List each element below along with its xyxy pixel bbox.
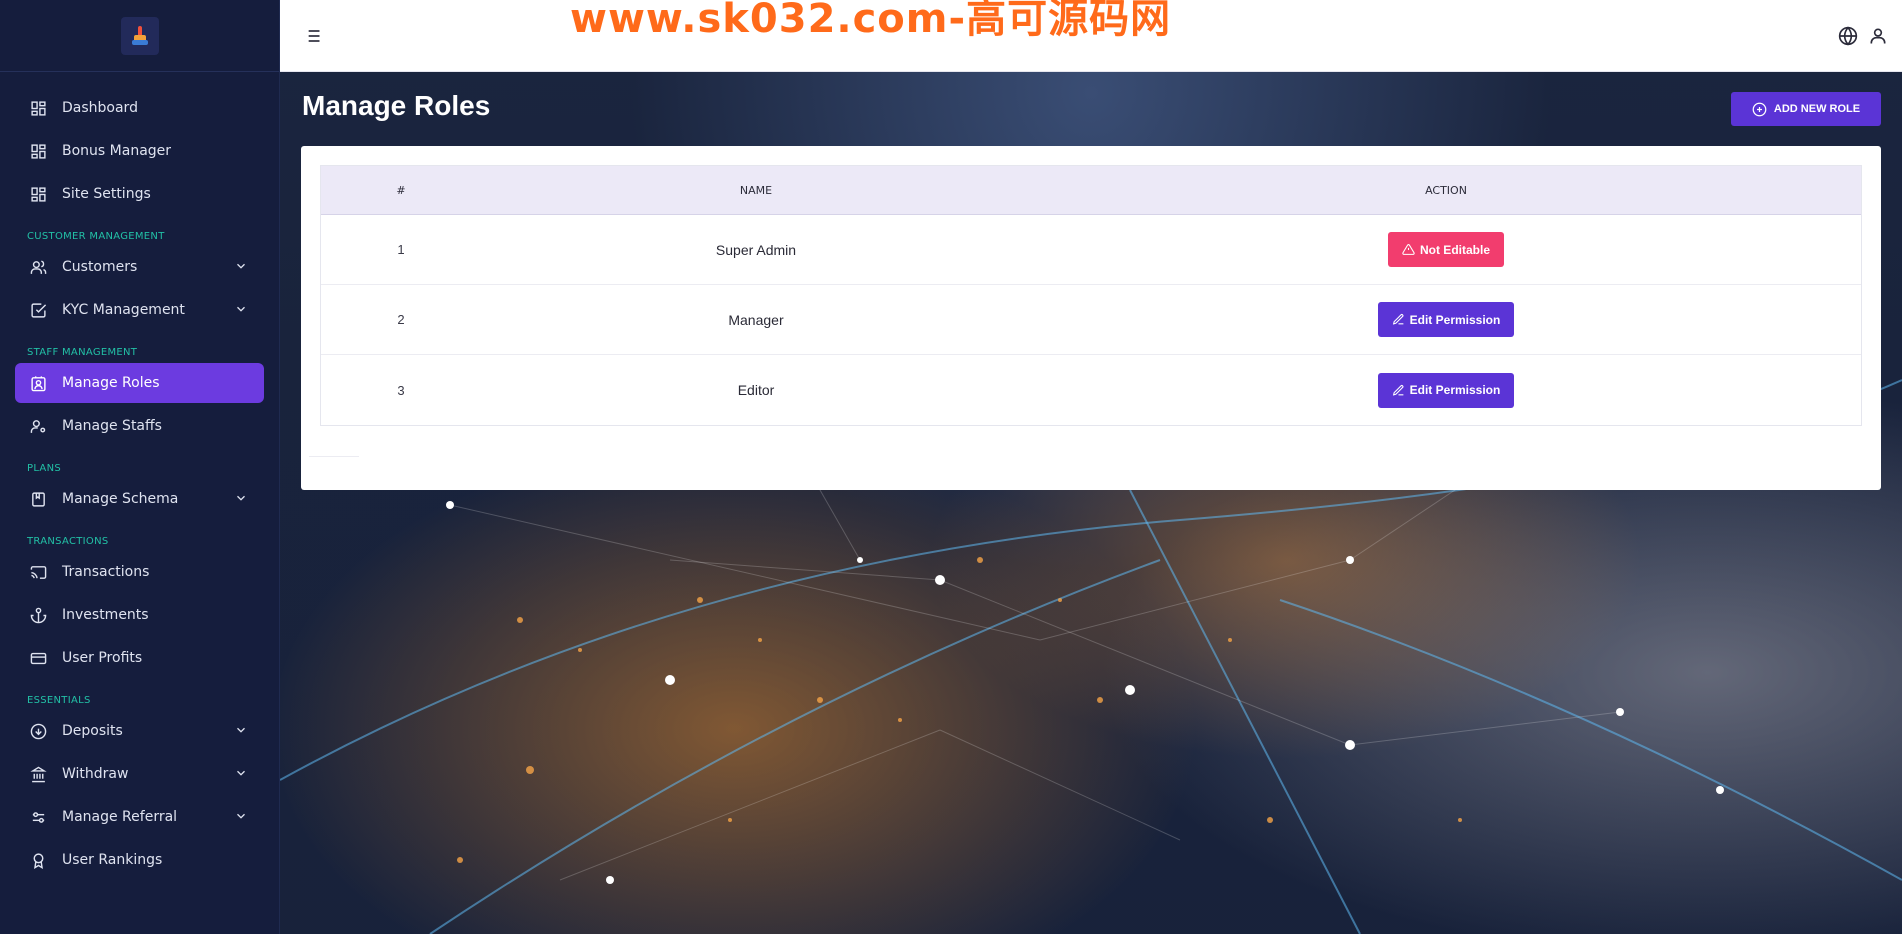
roles-table: # NAME ACTION 1 Super Admin Not Editable… [320,165,1862,426]
section-label-customer-management: CUSTOMER MANAGEMENT [27,231,165,242]
award-icon [28,850,48,870]
edit-pen-icon [1392,384,1404,396]
row-action: Edit Permission [1031,372,1861,408]
user-icon[interactable] [1868,26,1888,46]
row-name: Super Admin [715,241,797,258]
table-row: 3 Editor Edit Permission [321,355,1861,425]
chevron-down-icon[interactable] [234,809,248,823]
row-num: 3 [397,382,405,398]
sidebar-nav: Dashboard Bonus Manager Site Settings CU… [0,72,279,880]
roles-card: # NAME ACTION 1 Super Admin Not Editable… [301,146,1881,490]
section-label-essentials: ESSENTIALS [27,695,91,706]
chevron-down-icon[interactable] [234,259,248,273]
user-cog-icon [28,416,48,436]
sidebar-item-label: Bonus Manager [62,143,172,159]
row-action: Edit Permission [1031,302,1861,337]
cast-icon [28,562,48,582]
sidebar-item-transactions[interactable]: Transactions [15,552,264,592]
table-row: 1 Super Admin Not Editable [321,215,1861,285]
chevron-down-icon[interactable] [234,723,248,737]
sidebar-item-manage-referral[interactable]: Manage Referral [15,797,264,837]
edit-permission-button[interactable]: Edit Permission [1377,302,1515,337]
plus-circle-icon [1752,102,1767,116]
button-label: Not Editable [1419,242,1490,257]
chevron-down-icon[interactable] [234,302,248,316]
sidebar-item-bonus-manager[interactable]: Bonus Manager [15,131,264,171]
add-new-role-label: ADD NEW ROLE [1773,103,1861,115]
dashboard-icon [28,141,48,161]
row-name: Editor [737,382,775,398]
button-label: Edit Permission [1409,312,1501,327]
logo-mark [131,25,148,46]
book-icon [28,489,48,509]
anchor-icon [28,605,48,625]
add-new-role-button[interactable]: ADD NEW ROLE [1731,92,1881,126]
sidebar-item-label: Manage Schema [62,491,179,507]
section-label-transactions: TRANSACTIONS [27,536,109,547]
table-header: # NAME ACTION [321,166,1861,215]
sidebar-item-label: Manage Roles [62,375,160,391]
language-globe-icon[interactable] [1838,26,1858,46]
topbar: www.sk032.com-高可源码网 [280,0,1902,72]
divider [309,456,359,457]
sidebar: Dashboard Bonus Manager Site Settings CU… [0,0,280,934]
sidebar-item-label: Withdraw [62,766,129,782]
row-num: 2 [397,312,405,327]
sidebar-item-kyc-management[interactable]: KYC Management [15,290,264,330]
sidebar-item-dashboard[interactable]: Dashboard [15,88,264,128]
sidebar-item-manage-roles[interactable]: Manage Roles [15,363,264,403]
dashboard-icon [28,184,48,204]
logo[interactable] [120,16,159,55]
sidebar-item-label: Dashboard [62,100,138,116]
sidebar-item-manage-staffs[interactable]: Manage Staffs [15,406,264,446]
settings-sliders-icon [28,807,48,827]
button-label: Edit Permission [1409,383,1501,397]
not-editable-button[interactable]: Not Editable [1387,232,1504,267]
watermark: www.sk032.com-高可源码网 [570,0,1172,42]
sidebar-item-label: Site Settings [62,186,151,202]
sidebar-item-site-settings[interactable]: Site Settings [15,174,264,214]
section-label-staff-management: STAFF MANAGEMENT [27,347,138,358]
sidebar-item-user-rankings[interactable]: User Rankings [15,840,264,880]
sidebar-item-label: Customers [62,259,138,275]
landmark-icon [28,764,48,784]
page-title: Manage Roles [302,90,491,121]
check-square-icon [28,300,48,320]
credit-card-icon [28,648,48,668]
sidebar-item-label: KYC Management [62,302,185,318]
sidebar-item-label: Transactions [62,564,150,580]
table-row: 2 Manager Edit Permission [321,285,1861,355]
contact-icon [28,373,48,393]
sidebar-item-deposits[interactable]: Deposits [15,711,264,751]
sidebar-item-customers[interactable]: Customers [15,247,264,287]
arrow-down-circle-icon [28,721,48,741]
sidebar-item-investments[interactable]: Investments [15,595,264,635]
menu-toggle-icon[interactable] [302,26,322,46]
row-action: Not Editable [1031,232,1861,267]
sidebar-item-label: Investments [62,607,149,623]
chevron-down-icon[interactable] [234,766,248,780]
sidebar-item-label: User Profits [62,650,143,666]
dashboard-icon [28,98,48,118]
alert-triangle-icon [1402,244,1415,255]
users-icon [28,257,48,277]
header-num: # [396,183,406,197]
sidebar-item-user-profits[interactable]: User Profits [15,638,264,678]
sidebar-item-label: Manage Staffs [62,418,162,434]
chevron-down-icon[interactable] [234,491,248,505]
sidebar-item-label: Deposits [62,723,123,739]
row-name: Manager [728,311,784,328]
main-content: www.sk032.com-高可源码网 Manage Roles ADD NEW… [280,0,1902,934]
edit-permission-button[interactable]: Edit Permission [1377,372,1515,408]
sidebar-item-label: Manage Referral [62,809,178,825]
section-label-plans: PLANS [27,463,61,474]
edit-pen-icon [1392,314,1404,325]
header-name: NAME [739,183,773,197]
sidebar-item-withdraw[interactable]: Withdraw [15,754,264,794]
row-num: 1 [397,242,405,257]
logo-area [0,0,279,72]
sidebar-item-manage-schema[interactable]: Manage Schema [15,479,264,519]
header-action: ACTION [1425,183,1467,197]
sidebar-item-label: User Rankings [62,852,163,868]
